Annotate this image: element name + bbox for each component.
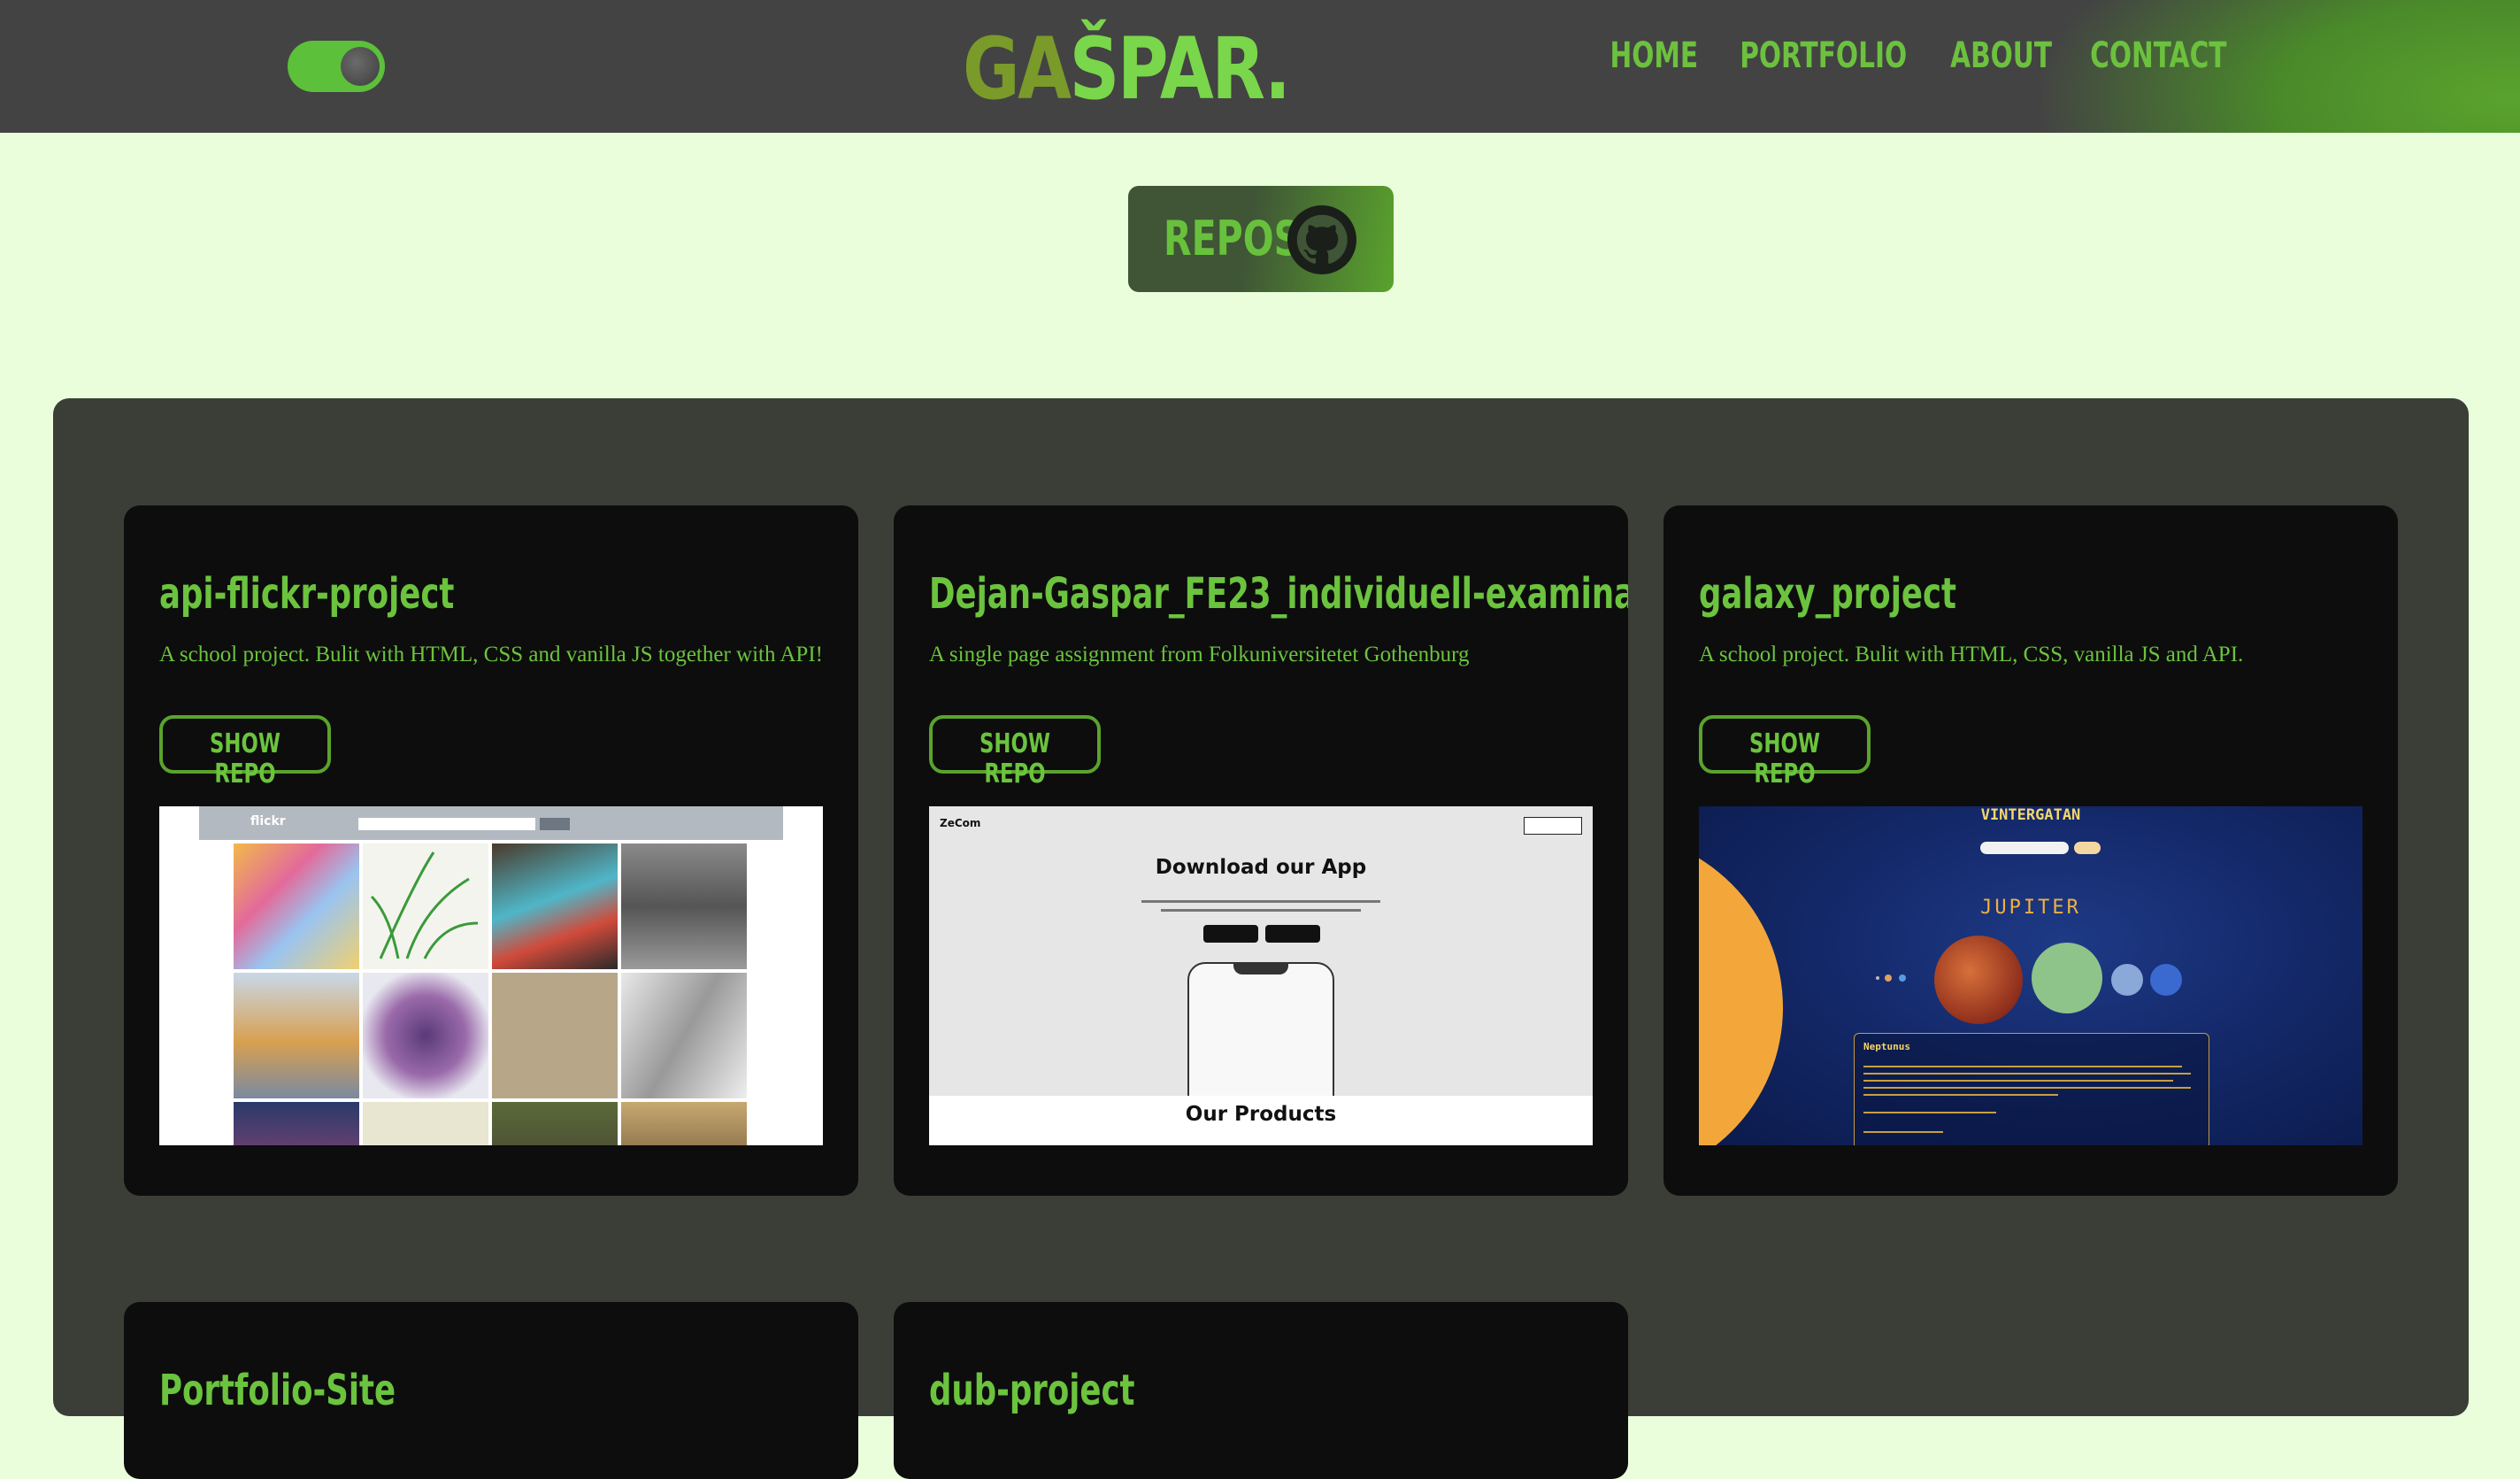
google-play-badge (1265, 925, 1320, 943)
phone-notch (1233, 964, 1288, 974)
photo-tile (363, 973, 488, 1098)
lorem-line (1141, 900, 1380, 903)
show-repo-button[interactable]: SHOW REPO (159, 715, 331, 790)
photo-tile (492, 843, 618, 969)
show-repo-button[interactable]: SHOW REPO (929, 715, 1101, 790)
repo-description: A single page assignment from Folkuniver… (929, 643, 1470, 666)
photo-tile (492, 1102, 618, 1145)
flickr-logo: flickr (250, 814, 286, 828)
repo-screenshot-flickr: flickr (159, 806, 823, 1145)
photo-tile (234, 973, 359, 1098)
repo-card-dub-project: dub-project (894, 1302, 1628, 1479)
flickr-topbar: flickr (199, 806, 783, 840)
galaxy-search-field (1980, 842, 2069, 854)
repo-title: Portfolio-Site (159, 1366, 396, 1415)
info-line (1863, 1080, 2173, 1082)
planet-earth (1899, 974, 1906, 982)
repo-description: A school project. Bulit with HTML, CSS a… (159, 643, 823, 666)
photo-tile (363, 1102, 488, 1145)
show-repo-label: SHOW REPO (979, 728, 1051, 790)
show-repo-label: SHOW REPO (209, 728, 281, 790)
repo-description: A school project. Bulit with HTML, CSS, … (1699, 643, 2244, 666)
toggle-knob[interactable] (341, 47, 380, 86)
site-logo[interactable]: GAŠPAR. (963, 16, 1291, 122)
site-header: GAŠPAR. HOME PORTFOLIO ABOUT CONTACT (0, 0, 2520, 133)
products-section: Our Products (929, 1096, 1593, 1145)
photo-tile (234, 843, 359, 969)
repo-title: api-flickr-project (159, 569, 455, 619)
logo-part-1: GA (963, 19, 1072, 119)
repos-button[interactable]: REPOS (1128, 186, 1394, 292)
app-store-badge (1203, 925, 1258, 943)
repos-label: REPOS (1164, 211, 1301, 266)
repo-card-api-flickr: api-flickr-project A school project. Bul… (124, 505, 858, 1196)
vintergatan-title: VINTERGATAN (1980, 806, 2081, 824)
show-repo-button[interactable]: SHOW REPO (1699, 715, 1871, 790)
info-line (1863, 1066, 2182, 1067)
planet-saturn (2032, 943, 2102, 1013)
logo-part-2: ŠPAR. (1069, 19, 1291, 119)
galaxy-search-button (2074, 842, 2101, 854)
get-quote-button (1524, 817, 1582, 835)
photo-tile (621, 973, 747, 1098)
planet-name: JUPITER (1980, 897, 2081, 919)
planet-venus (1885, 974, 1892, 982)
products-heading: Our Products (1185, 1103, 1337, 1126)
sun-graphic (1699, 833, 1783, 1145)
nav-contact[interactable]: CONTACT (2090, 35, 2226, 76)
repo-card-galaxy: galaxy_project A school project. Bulit w… (1663, 505, 2398, 1196)
flickr-search-button (540, 818, 570, 830)
nav-about[interactable]: ABOUT (1950, 35, 2052, 76)
repo-card-dejan-gaspar: Dejan-Gaspar_FE23_individuell-examinatio… (894, 505, 1628, 1196)
photo-tile (234, 1102, 359, 1145)
info-line (1863, 1131, 1943, 1133)
nav-home[interactable]: HOME (1610, 35, 1699, 76)
photo-tile (363, 843, 488, 969)
theme-toggle[interactable] (288, 41, 385, 92)
repo-title: galaxy_project (1699, 569, 1957, 619)
show-repo-label: SHOW REPO (1748, 728, 1821, 790)
download-heading: Download our App (1155, 856, 1367, 879)
planet-uranus (2111, 964, 2143, 996)
main-nav: HOME PORTFOLIO ABOUT CONTACT (1607, 35, 2239, 76)
info-line (1863, 1087, 2191, 1089)
github-icon (1287, 205, 1356, 274)
planet-neptune (2150, 964, 2182, 996)
photo-tile (621, 1102, 747, 1145)
repo-card-portfolio-site: Portfolio-Site (124, 1302, 858, 1479)
info-line (1863, 1073, 2191, 1075)
nav-portfolio[interactable]: PORTFOLIO (1740, 35, 1907, 76)
lorem-line (1161, 909, 1361, 912)
planet-mercury (1876, 976, 1879, 980)
info-line (1863, 1094, 2058, 1096)
info-line (1863, 1112, 1996, 1113)
zocom-brand: ZeCom (940, 817, 981, 829)
repos-panel: api-flickr-project A school project. Bul… (53, 398, 2469, 1479)
repo-title: dub-project (929, 1366, 1135, 1415)
info-heading: Neptunus (1863, 1041, 1910, 1052)
repo-screenshot-galaxy: VINTERGATAN JUPITER Neptunus (1699, 806, 2362, 1145)
photo-tile (492, 973, 618, 1098)
flickr-search-field (358, 818, 535, 830)
repo-screenshot-zocom: ZeCom Download our App Our Products (929, 806, 1593, 1145)
repo-title: Dejan-Gaspar_FE23_individuell-examinatio… (929, 569, 1628, 619)
planet-info-box: Neptunus (1854, 1033, 2209, 1145)
photo-tile (621, 843, 747, 969)
planet-jupiter (1934, 936, 2023, 1024)
